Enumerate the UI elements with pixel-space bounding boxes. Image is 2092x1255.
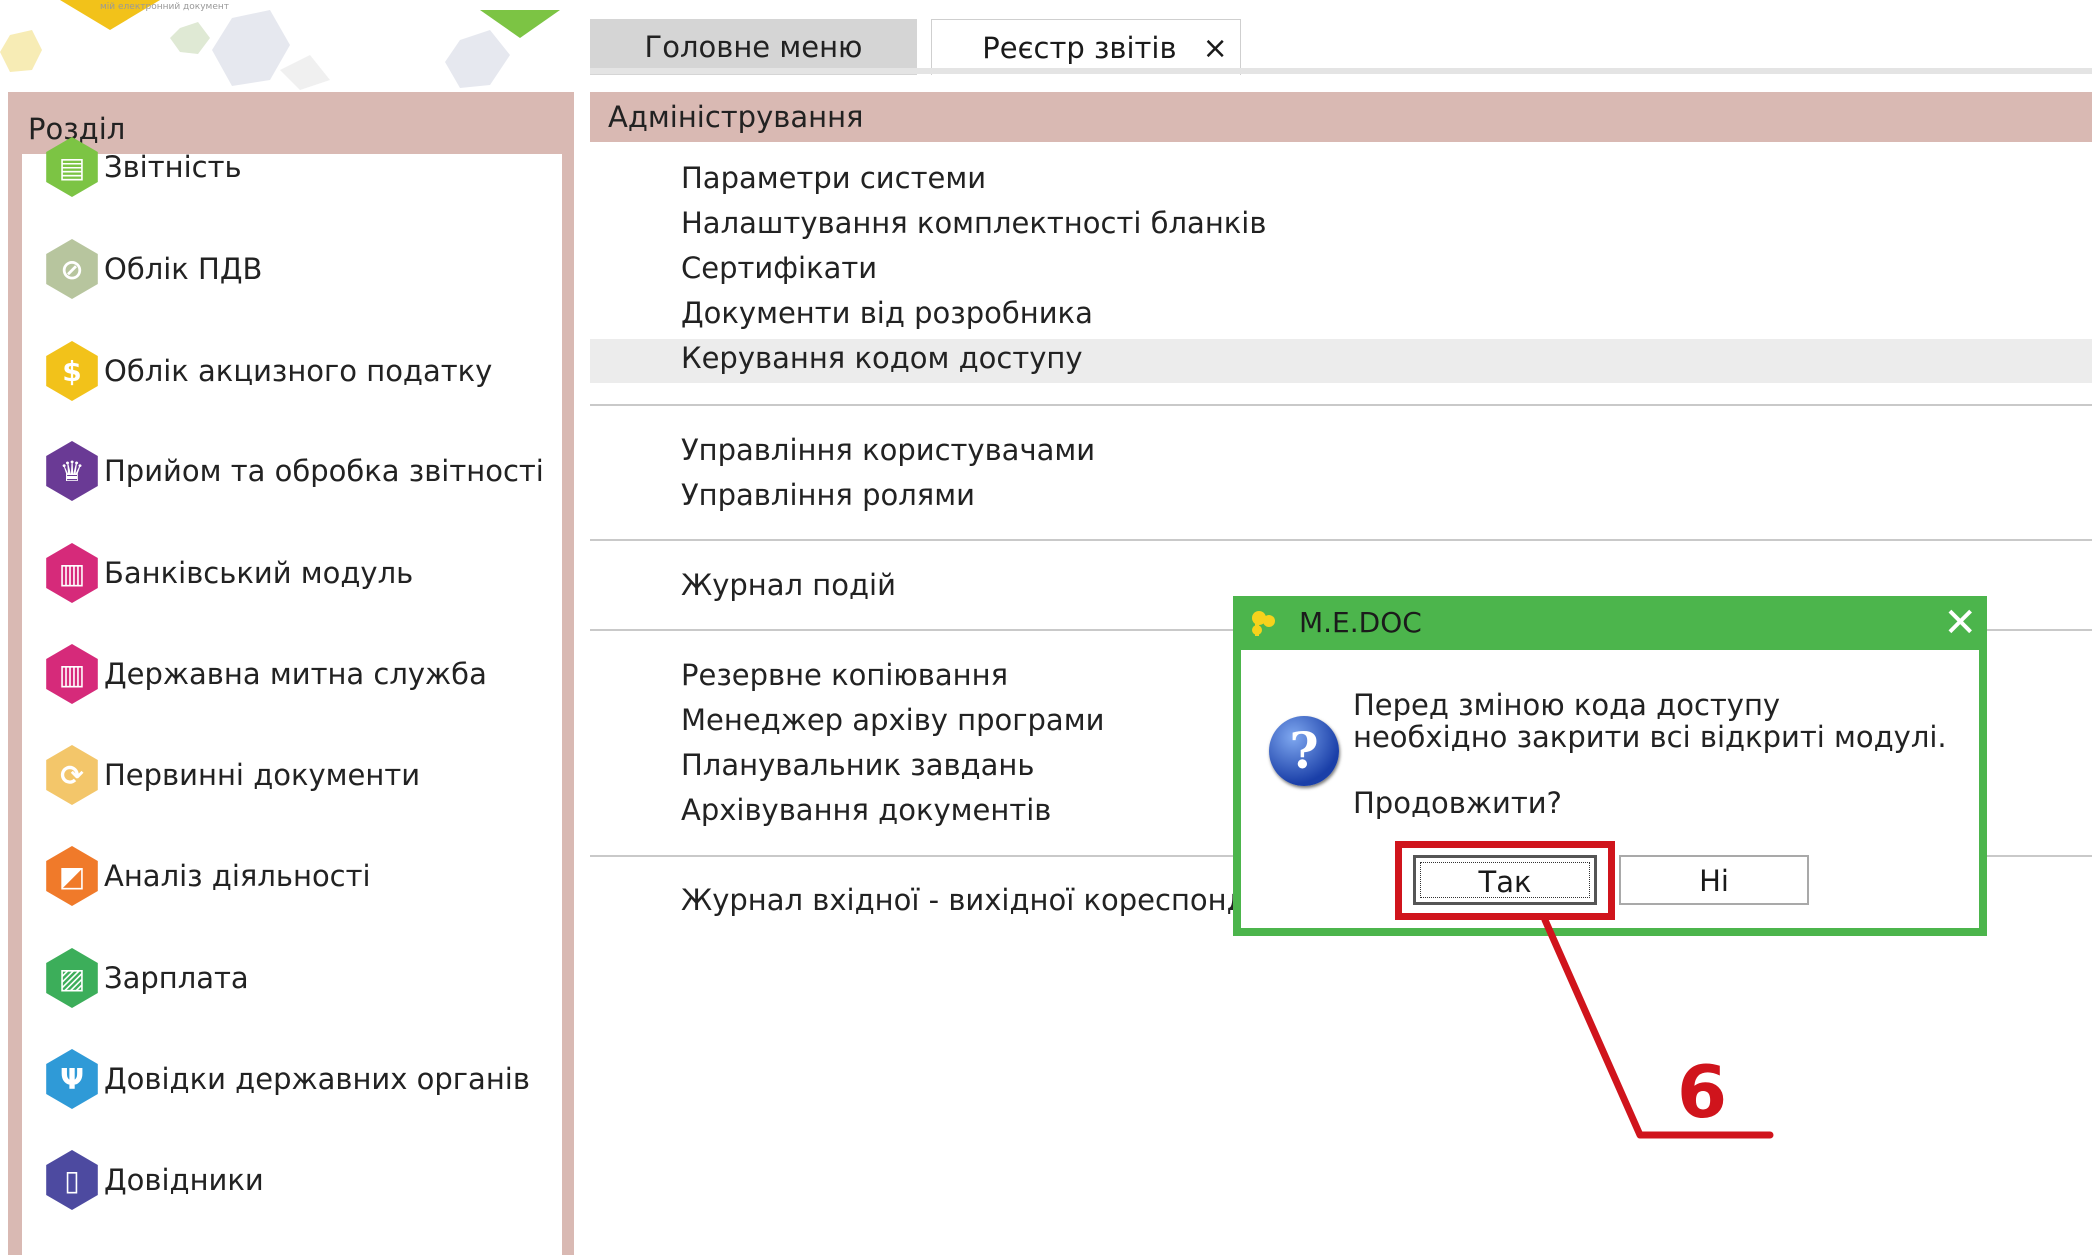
annotation-step-number: 6 [1677, 1050, 1728, 1134]
annotation-pointer-line [1541, 916, 1774, 1139]
